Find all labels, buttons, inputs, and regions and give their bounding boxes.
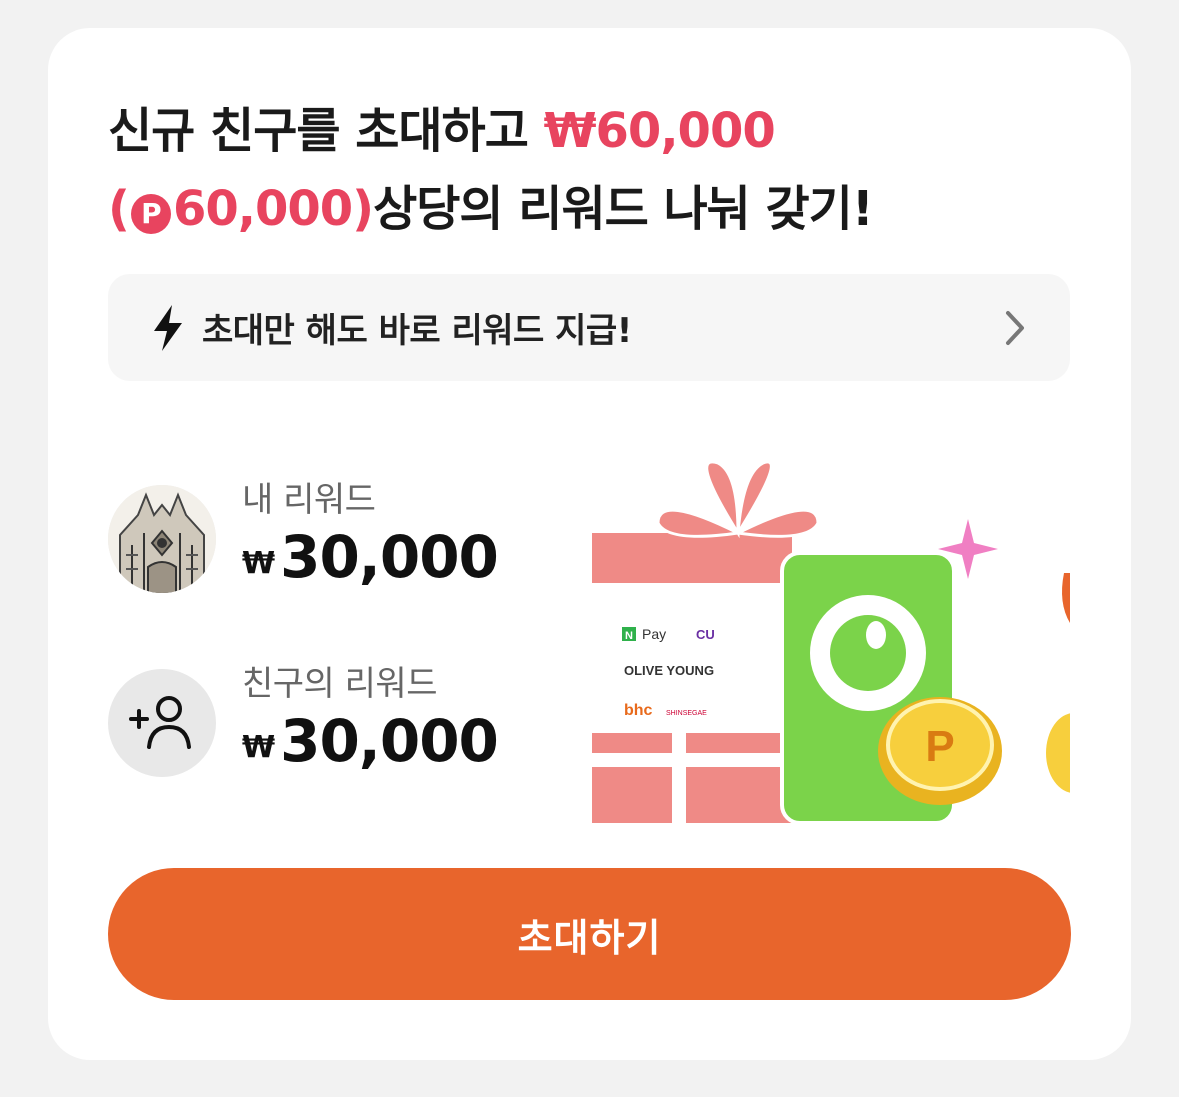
brand-oliveyoung: OLIVE YOUNG bbox=[624, 663, 714, 678]
brand-shinsegae: SHINSEGAE bbox=[666, 710, 707, 717]
invite-card: 신규 친구를 초대하고 ₩60,000 (P 60,000)상당의 리워드 나눠 … bbox=[48, 28, 1131, 1060]
brand-bhc: bhc bbox=[624, 702, 653, 719]
npay-badge: N bbox=[625, 630, 633, 642]
gift-box-icon: N Pay CU OLIVE YOUNG bhc SHINSEGAE P bbox=[592, 460, 1070, 825]
add-person-icon bbox=[129, 695, 191, 749]
lightning-icon bbox=[154, 304, 182, 351]
friend-reward-label: 친구의 리워드 bbox=[242, 664, 437, 704]
my-reward-value: 30,000 bbox=[280, 523, 499, 591]
brand-pay: Pay bbox=[642, 626, 666, 642]
my-reward-label: 내 리워드 bbox=[242, 480, 376, 520]
gift-illustration: N Pay CU OLIVE YOUNG bhc SHINSEGAE P bbox=[588, 453, 1070, 833]
currency-symbol: ₩ bbox=[242, 730, 275, 765]
friend-reward-value: 30,000 bbox=[280, 707, 499, 775]
friend-reward-amount: ₩30,000 bbox=[242, 706, 499, 783]
invite-button[interactable]: 초대하기 bbox=[108, 868, 1071, 1000]
brand-cu: CU bbox=[696, 627, 715, 642]
headline-suffix: 상당의 리워드 나눠 갖기! bbox=[373, 181, 874, 237]
currency-symbol: ₩ bbox=[242, 546, 275, 581]
headline: 신규 친구를 초대하고 ₩60,000 (P 60,000)상당의 리워드 나눠 … bbox=[108, 92, 1068, 248]
add-friend-avatar bbox=[108, 668, 216, 777]
instant-reward-banner[interactable]: 초대만 해도 바로 리워드 지급! bbox=[108, 274, 1070, 381]
banner-text: 초대만 해도 바로 리워드 지급! bbox=[202, 311, 632, 351]
headline-point-amount: 60,000) bbox=[172, 181, 374, 237]
my-reward-row: 내 리워드 ₩30,000 bbox=[108, 478, 499, 599]
avatar bbox=[108, 484, 216, 593]
coin-symbol: P bbox=[925, 722, 954, 771]
my-reward-amount: ₩30,000 bbox=[242, 522, 499, 599]
headline-paren-open: ( bbox=[108, 181, 130, 237]
headline-prefix: 신규 친구를 초대하고 bbox=[108, 103, 544, 159]
chevron-right-icon bbox=[1006, 310, 1024, 345]
friend-reward-row: 친구의 리워드 ₩30,000 bbox=[108, 662, 499, 783]
cathedral-avatar-icon bbox=[108, 484, 216, 593]
point-coin-icon: P bbox=[130, 194, 171, 234]
headline-reward-amount: ₩60,000 bbox=[543, 103, 776, 159]
